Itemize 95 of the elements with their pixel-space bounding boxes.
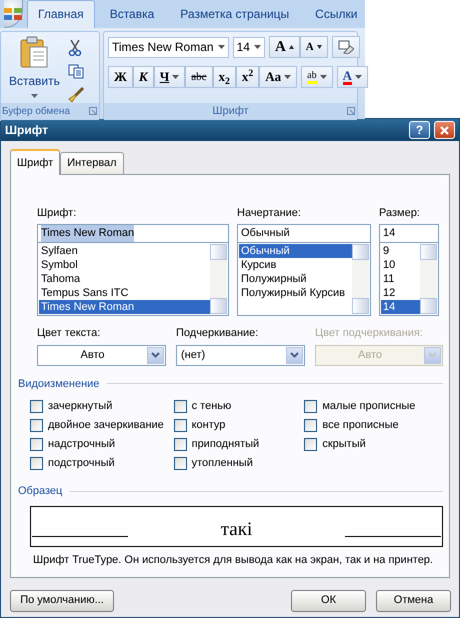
list-item[interactable]: 11	[381, 272, 420, 286]
ribbon-tab[interactable]: Главная	[27, 0, 95, 28]
caret-icon	[354, 75, 362, 79]
format-button[interactable]: x$^{2}$	[236, 66, 260, 88]
input-field[interactable]: Обычный	[237, 224, 371, 243]
window-title: Шрифт	[5, 122, 49, 139]
copy-icon[interactable]	[68, 64, 84, 79]
highlight-button[interactable]: ab	[301, 66, 333, 88]
dialog-button[interactable]: ОК	[291, 590, 366, 612]
list-item[interactable]: Курсив	[239, 258, 352, 272]
close-icon	[440, 126, 449, 134]
clipboard-icon	[20, 36, 48, 68]
list-item[interactable]: Symbol	[39, 258, 210, 272]
clear-formatting-button[interactable]	[332, 36, 360, 58]
paste-button[interactable]: Вставить	[9, 36, 60, 103]
app-logo-icon	[4, 8, 22, 20]
tab[interactable]: Шрифт	[10, 149, 60, 174]
format-button[interactable]: Ч	[154, 66, 186, 88]
input-field[interactable]: 14	[379, 224, 439, 243]
field-label: Размер:	[379, 206, 421, 220]
checkbox[interactable]: малые прописные	[304, 397, 443, 416]
caret-icon	[172, 75, 180, 79]
description-text: Шрифт TrueType. Он используется для вывода как на экран, так и на принтер.	[33, 552, 434, 568]
chevron-down-icon	[151, 352, 160, 358]
font-name-combo[interactable]: Times New Roman	[108, 36, 229, 58]
close-button[interactable]	[434, 121, 455, 139]
format-button[interactable]: abc	[185, 66, 212, 88]
list-item[interactable]: 9	[381, 244, 420, 258]
scissors-icon[interactable]	[68, 40, 82, 56]
list-item[interactable]: 12	[381, 286, 420, 300]
help-button[interactable]: ?	[409, 121, 430, 139]
format-button[interactable]: К	[132, 66, 154, 88]
checkbox[interactable]: двойное зачеркивание	[30, 416, 174, 435]
checkbox[interactable]: подстрочный	[30, 454, 174, 473]
caret-icon	[254, 45, 261, 49]
checkbox[interactable]: скрытый	[304, 435, 443, 454]
caret-icon	[30, 94, 38, 98]
list-item[interactable]: 10	[381, 258, 420, 272]
group-label: Буфер обмена	[2, 105, 70, 119]
input-field[interactable]: Times New Roman	[37, 224, 229, 243]
section-label: Образец	[18, 484, 62, 499]
field-label: Начертание:	[237, 206, 302, 220]
section-label: Видоизменение	[18, 376, 100, 392]
sample-text: такі	[220, 520, 252, 538]
tab[interactable]: Интервал	[60, 152, 124, 174]
checkbox[interactable]: зачеркнутый	[30, 397, 174, 416]
format-button[interactable]: Ж	[108, 66, 133, 88]
chevron-down-icon	[290, 352, 299, 358]
dropdown[interactable]: (нет)	[176, 344, 305, 366]
checkbox[interactable]: надстрочный	[30, 435, 174, 454]
list-item[interactable]: Times New Roman	[39, 300, 210, 314]
scrollbar[interactable]	[210, 244, 227, 314]
dropdown: Авто	[315, 344, 443, 366]
list-item[interactable]: Полужирный Курсив	[239, 286, 352, 300]
format-button[interactable]: Aa	[259, 66, 298, 88]
office-button[interactable]	[4, 0, 23, 28]
field-label: Шрифт:	[37, 206, 78, 220]
field-label: Цвет подчеркивания:	[315, 326, 424, 341]
checkbox[interactable]: приподнятый	[174, 435, 304, 454]
caret-icon	[218, 45, 225, 49]
list-item[interactable]: Обычный	[239, 244, 352, 258]
caret-icon	[320, 75, 327, 79]
dialog-button[interactable]: По умолчанию...	[10, 590, 114, 612]
field-label: Подчеркивание:	[176, 326, 260, 341]
grow-font-button[interactable]: A	[268, 36, 300, 58]
font-color-button[interactable]: A	[336, 66, 368, 88]
up-arrow-icon	[288, 45, 294, 49]
dialog-button[interactable]: Отмена	[376, 590, 451, 612]
scrollbar[interactable]	[420, 244, 437, 314]
ribbon-tab[interactable]: Разметка страницы	[169, 0, 300, 28]
checkbox[interactable]: все прописные	[304, 416, 443, 435]
list-item[interactable]: Полужирный	[239, 272, 352, 286]
eraser-icon	[338, 40, 354, 54]
list-item[interactable]: Sylfaen	[39, 244, 210, 258]
checkbox[interactable]: с тенью	[174, 397, 304, 416]
chevron-down-icon	[428, 352, 437, 358]
dropdown[interactable]: Авто	[37, 344, 166, 366]
list-item[interactable]: Tahoma	[39, 272, 210, 286]
checkbox[interactable]: контур	[174, 416, 304, 435]
down-arrow-icon	[316, 45, 322, 49]
scrollbar[interactable]	[352, 244, 369, 314]
field-label: Цвет текста:	[37, 326, 102, 341]
list-item[interactable]: 14	[381, 300, 420, 314]
ribbon-tab[interactable]: Ссылки	[304, 0, 368, 28]
caret-icon	[284, 75, 292, 79]
format-button[interactable]: x$_{2}$	[212, 66, 236, 88]
dialog-launcher-icon[interactable]	[89, 107, 97, 115]
group-label: Шрифт	[212, 104, 249, 120]
paintbrush-icon[interactable]	[68, 87, 84, 103]
ribbon-tab[interactable]: Вставка	[98, 0, 166, 28]
dialog-launcher-icon[interactable]	[347, 107, 355, 115]
shrink-font-button[interactable]: A	[300, 36, 328, 58]
checkbox[interactable]: утопленный	[174, 454, 304, 473]
font-size-combo[interactable]: 14	[232, 36, 265, 58]
list-item[interactable]: Tempus Sans ITC	[39, 286, 210, 300]
